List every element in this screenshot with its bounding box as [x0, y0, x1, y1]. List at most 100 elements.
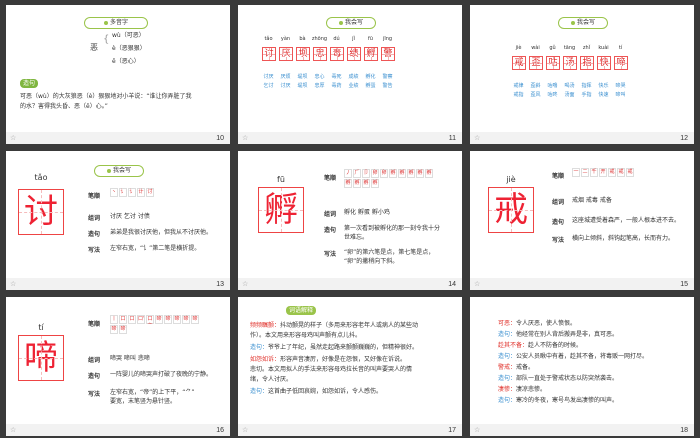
stroke-step: 孵	[344, 179, 352, 188]
polyphone-char: 恶	[90, 43, 98, 52]
definition-line: 悲切。本文用拟人的手法来形容母鸡拉长音的叫声要哭人的情	[250, 365, 412, 374]
slide-footer	[470, 424, 694, 436]
pinyin: wài	[531, 45, 540, 51]
slide-footer	[6, 424, 230, 436]
char-box: 快	[597, 56, 611, 70]
word: 戒指	[513, 92, 524, 98]
slide-footer	[6, 278, 230, 290]
section-tag: 词语解释	[286, 306, 317, 315]
stroke-step: 孵	[371, 179, 379, 188]
method-text-line-2: 要宽，末笔竖为悬针竖。	[110, 398, 177, 405]
char-row: 讨 厌 坝 忠 毒 绩 孵 警	[262, 47, 398, 61]
char-box: 警	[381, 47, 395, 61]
words-text: 孵化 孵蛋 孵小鸡	[344, 209, 390, 216]
word: 警察	[382, 74, 393, 80]
pill-label: 我会写	[344, 19, 363, 26]
sentence-text: 这座城遭受着森严，一般人根本进不去。	[572, 217, 681, 224]
stroke-step: 孵	[425, 169, 433, 178]
slide-thumbnail-14[interactable]: fū 孵 笔顺 丿 𠂆 卩 卵 卵 孵 孵 孵 孵 孵 孵 孵 孵 孵 组词 孵…	[238, 151, 462, 290]
stroke-step: 讠	[128, 188, 136, 197]
word: 指挥	[581, 83, 592, 89]
word: 乞讨	[263, 83, 274, 89]
pinyin: bà	[299, 36, 306, 42]
word: 孵化	[365, 74, 376, 80]
slide-transition-icon: ☆	[10, 426, 17, 434]
entry-text: 戒备。	[516, 364, 535, 371]
label-method: 写法	[88, 391, 101, 398]
definition-line: 造句：公安人员瞅中有着，趁其不备，将毒贩一网打尽。	[498, 352, 648, 361]
word: 咕咚	[547, 92, 558, 98]
entry-text: 爷爷上了年纪，虽然走起路来颤颤巍巍的，但精神很好。	[268, 344, 419, 351]
label-stroke-order: 笔顺	[88, 193, 101, 200]
entry-head: 造句：	[498, 353, 517, 360]
pinyin: zhōng	[311, 36, 328, 42]
stroke-step: 开	[599, 168, 607, 177]
label-method: 写法	[552, 237, 565, 244]
word-column: 孵化 孵蛋	[362, 73, 379, 91]
stroke-step: 丨	[110, 315, 118, 324]
word-column: 啼哭 啼叫	[612, 82, 629, 100]
stroke-step: 丿	[344, 169, 352, 178]
entry-text: 绪，令人讨厌。	[250, 376, 293, 383]
stroke-step: 口'	[137, 315, 145, 324]
char-pinyin: jiè	[506, 175, 516, 184]
entry-head: 警戒：	[498, 364, 517, 371]
char-box: 咕	[546, 56, 560, 70]
slide-title-pill: 多音字	[84, 17, 148, 29]
pinyin-row: jiè wài gǔ tāng zhǐ kuài tí	[510, 45, 629, 51]
slide-thumbnail-13[interactable]: 我会写 tǎo 讨 笔顺 丶 讠 讠 计 讨 组词 讨厌 乞讨 讨债 造句 弟弟…	[6, 151, 230, 290]
stroke-step: 卩	[362, 169, 370, 178]
slide-thumbnail-18[interactable]: 可恶：令人厌恶，使人愤恨。 造句：他经常在别人背后搬弄是非，真可恶。 趁其不备：…	[470, 297, 694, 436]
entry-head: 造句：	[250, 344, 269, 351]
slide-thumbnail-11[interactable]: 我会写 tǎo yàn bà zhōng dú jǐ fū jīng 讨 厌 坝…	[238, 5, 462, 144]
stroke-step: 孵	[362, 179, 370, 188]
slide-thumbnail-15[interactable]: jiè 戒 笔顺 一 二 千 开 戒 戒 戒 组词 戒烟 戒毒 戒备 造句 这座…	[470, 151, 694, 290]
char-box: 厌	[279, 47, 293, 61]
slide-transition-icon: ☆	[242, 280, 249, 288]
label-words: 组词	[88, 215, 101, 222]
word: 手指	[581, 92, 592, 98]
definition-line: 频频瞩颤：抖动颤晃的样子（多用来形容老年人或病人的某些动	[250, 321, 418, 330]
slide-transition-icon: ☆	[242, 426, 249, 434]
stroke-step: 孵	[389, 169, 397, 178]
entry-text: 趁人不防备的时候。	[528, 342, 583, 349]
entry-head: 如怨如诉：	[250, 356, 281, 363]
word: 汤面	[564, 92, 575, 98]
label-stroke-order: 笔顺	[324, 175, 337, 182]
entry-text: 抖动颤晃的样子（多用来形容老年人或病人的某些动	[280, 322, 419, 329]
slide-thumbnail-10[interactable]: 多音字 恶 { wù（可恶） è（恶狠狠） ě（恶心） 造句 可恶（wù）的大灰…	[6, 5, 230, 144]
stroke-step: 口	[128, 315, 136, 324]
definition-line: 造句：这首曲子低回哀婉，如怨如诉，令人感伤。	[250, 387, 382, 396]
slide-thumbnail-17[interactable]: 词语解释 频频瞩颤：抖动颤晃的样子（多用来形容老年人或病人的某些动 作）。本文用…	[238, 297, 462, 436]
entry-text: 令人厌恶，使人愤恨。	[516, 320, 577, 327]
stroke-step: 口	[119, 315, 127, 324]
entry-head: 造句：	[498, 331, 517, 338]
label-sentence: 造句	[88, 373, 101, 380]
char-box: 毒	[330, 47, 344, 61]
char-box: 汤	[563, 56, 577, 70]
definition-line: 凄惨：凄凉悲惨。	[498, 385, 546, 394]
stroke-step: 啼	[173, 315, 181, 324]
sentence-text-line-2: 世难忘。	[344, 234, 369, 241]
sentence-text-line-1: 第一次看到被孵化的那一刻令我十分	[344, 225, 441, 232]
slide-number: 13	[216, 281, 224, 288]
slide-thumbnail-12[interactable]: 我会写 jiè wài gǔ tāng zhǐ kuài tí 戒 歪 咕 汤 …	[470, 5, 694, 144]
word: 讨厌	[263, 74, 274, 80]
char-pinyin: tǎo	[34, 173, 48, 182]
char-box: 孵	[364, 47, 378, 61]
stroke-step: 戒	[617, 168, 625, 177]
word: 堤坝	[297, 83, 308, 89]
slide-transition-icon: ☆	[474, 134, 481, 142]
definition-line: 可恶：令人厌恶，使人愤恨。	[498, 319, 576, 328]
slide-number: 11	[448, 135, 456, 142]
word-column: 戒律 戒指	[510, 82, 527, 100]
slide-thumbnail-16[interactable]: tí 啼 笔顺 丨 口 口 口' 口亠 啼 啼 啼 啼 啼 啼 啼 组词 啼哭 …	[6, 297, 230, 436]
stroke-step: 卵	[371, 169, 379, 178]
word: 歪风	[530, 92, 541, 98]
stroke-step: 𠂆	[353, 169, 361, 178]
stroke-step: 戒	[608, 168, 616, 177]
word-column: 堤坝 堤坝	[294, 73, 311, 91]
definition-line: 警戒：戒备。	[498, 363, 534, 372]
stroke-step: 孵	[398, 169, 406, 178]
sentence-text: 弟弟是我很讨厌他，但我从不讨厌他。	[110, 229, 213, 236]
